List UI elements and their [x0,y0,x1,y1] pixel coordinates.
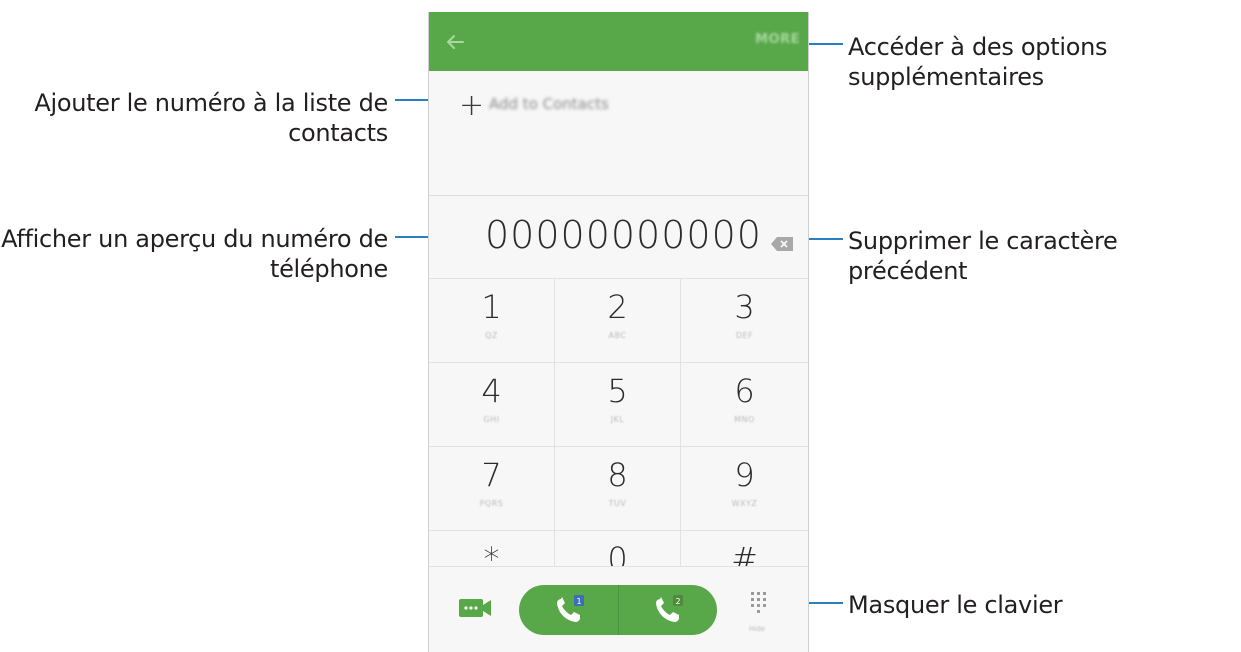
key-3[interactable]: 3 DEF [681,278,808,362]
key-digit: 4 [481,372,502,410]
callout-hide-keypad-text: Masquer le clavier [848,591,1063,619]
video-call-button[interactable] [457,595,493,621]
key-digit: 3 [734,288,755,326]
callout-more-options: Accéder à des options supplémentaires [848,32,1108,92]
callout-more-options-line1: Accéder à des options [848,33,1108,61]
key-letters: WXYZ [731,499,758,508]
key-letters: TUV [608,499,627,508]
hide-keypad-button[interactable]: Hide [749,591,775,633]
key-digit: 9 [734,456,755,494]
callout-preview-number-line1: Afficher un aperçu du numéro de [1,225,388,253]
add-to-contacts-label: Add to Contacts [489,95,609,113]
phone-screen: MORE + Add to Contacts 00000000000 1 QZ … [428,12,809,652]
callout-delete-char-text: Supprimer le caractère précédent [848,227,1118,285]
key-letters: DEF [735,331,754,340]
call-action-bar: 1 2 Hide [429,566,808,652]
key-digit: 5 [607,372,628,410]
callout-preview-number-line2: téléphone [269,255,388,283]
app-bar: MORE [429,12,808,71]
sim1-label: 1 [576,597,581,606]
backspace-button[interactable] [771,236,793,251]
key-digit: 8 [607,456,628,494]
callout-hide-keypad: Masquer le clavier [848,590,1063,620]
callout-preview-number: Afficher un aperçu du numéro de téléphon… [0,224,388,284]
key-7[interactable]: 7 PQRS [429,446,554,530]
key-digit: 1 [481,288,502,326]
call-sim1-button[interactable]: 1 [519,585,619,635]
phone-icon: 2 [655,595,683,622]
key-letters: JKL [610,415,625,424]
key-2[interactable]: 2 ABC [554,278,681,362]
sim2-label: 2 [675,597,680,606]
callout-add-contacts-line1: Ajouter le numéro à la liste de [34,89,388,117]
key-letters: PQRS [479,499,504,508]
callout-more-options-line2: supplémentaires [848,63,1044,91]
phone-number-display[interactable]: 00000000000 [485,213,762,257]
plus-icon: + [459,88,485,123]
add-to-contacts-row[interactable]: + Add to Contacts [429,71,808,196]
key-letters: MNO [734,415,755,424]
key-9[interactable]: 9 WXYZ [681,446,808,530]
call-sim2-button[interactable]: 2 [618,585,717,635]
call-buttons: 1 2 [519,585,717,635]
key-letters: ABC [608,331,627,340]
phone-icon: 1 [556,595,584,622]
hide-keypad-label: Hide [749,625,765,633]
key-5[interactable]: 5 JKL [554,362,681,446]
key-digit: 7 [481,456,502,494]
callout-add-contacts: Ajouter le numéro à la liste de contacts [10,88,388,148]
back-button[interactable] [441,28,469,56]
more-button[interactable]: MORE [755,32,800,47]
key-4[interactable]: 4 GHI [429,362,554,446]
key-digit: 2 [607,288,628,326]
key-1[interactable]: 1 QZ [429,278,554,362]
key-8[interactable]: 8 TUV [554,446,681,530]
key-6[interactable]: 6 MNO [681,362,808,446]
key-letters: QZ [485,331,498,340]
number-display-row: 00000000000 [429,196,808,280]
back-arrow-icon [447,35,464,49]
video-call-icon [459,599,491,617]
backspace-icon [771,237,793,251]
callout-add-contacts-line2: contacts [288,119,388,147]
callout-delete-char: Supprimer le caractère précédent [848,226,1241,286]
key-digit: 6 [734,372,755,410]
dial-keypad: 1 QZ 2 ABC 3 DEF 4 GHI 5 JKL 6 MNO 7 PQR… [429,278,808,588]
keypad-icon [751,592,766,613]
key-letters: GHI [483,415,500,424]
